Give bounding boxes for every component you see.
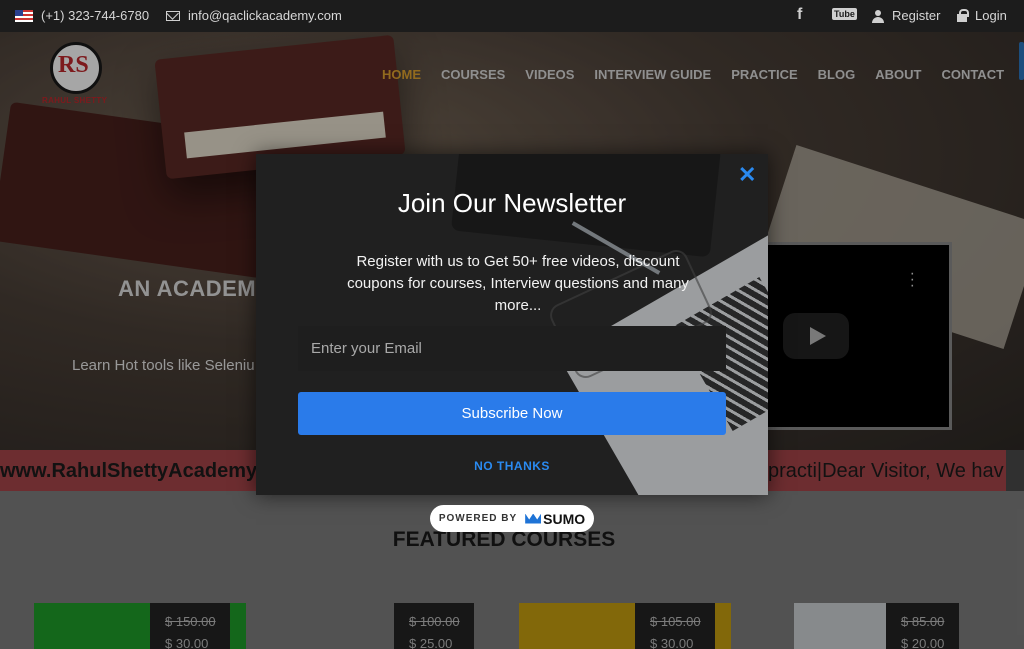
powered-by-label: POWERED BY — [438, 513, 518, 524]
email-address[interactable]: info@qaclickacademy.com — [188, 8, 342, 23]
lock-icon — [957, 8, 969, 22]
email-input[interactable] — [298, 326, 726, 371]
youtube-link[interactable]: Tube — [832, 8, 857, 20]
email-contact[interactable]: info@qaclickacademy.com — [166, 8, 342, 23]
facebook-link[interactable]: f — [797, 6, 802, 24]
modal-description: Register with us to Get 50+ free videos,… — [347, 253, 689, 314]
register-label[interactable]: Register — [892, 8, 940, 23]
top-bar: (+1) 323-744-6780 info@qaclickacademy.co… — [0, 0, 1024, 32]
facebook-icon[interactable]: f — [797, 6, 802, 24]
user-icon — [872, 9, 884, 23]
phone-contact: (+1) 323-744-6780 — [15, 8, 149, 23]
login-label[interactable]: Login — [975, 8, 1007, 23]
no-thanks-link[interactable]: NO THANKS — [256, 459, 768, 473]
register-link[interactable]: Register — [872, 8, 940, 23]
youtube-icon[interactable]: Tube — [832, 8, 857, 20]
phone-number: (+1) 323-744-6780 — [41, 8, 150, 23]
login-link[interactable]: Login — [957, 8, 1007, 23]
powered-by-sumo-badge[interactable]: POWERED BY SUMO — [430, 505, 594, 532]
subscribe-button[interactable]: Subscribe Now — [298, 392, 726, 435]
us-flag-icon — [15, 9, 33, 22]
modal-title: Join Our Newsletter — [397, 188, 627, 218]
sumo-brand: SUMO — [543, 510, 586, 527]
close-icon[interactable]: ✕ — [738, 164, 756, 186]
newsletter-modal: ✕ Join Our Newsletter Register with us t… — [256, 154, 768, 495]
envelope-icon — [166, 10, 180, 21]
sumo-crown-icon — [525, 513, 542, 524]
